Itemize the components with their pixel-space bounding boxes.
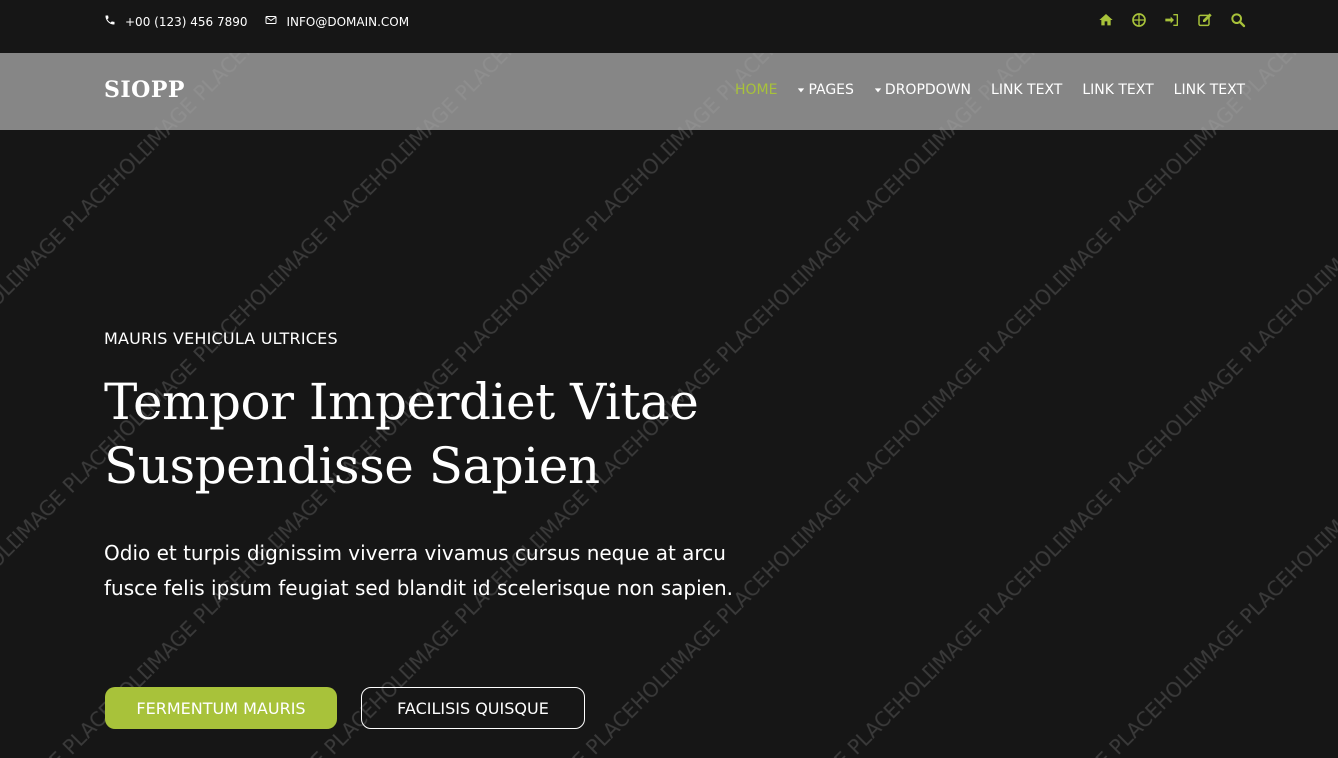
nav-item-label: PAGES	[808, 82, 854, 98]
hero-section: MAURIS VEHICULA ULTRICES Tempor Imperdie…	[104, 329, 744, 606]
nav-item-label: LINK TEXT	[991, 82, 1063, 98]
nav-item-pages[interactable]: PAGES	[797, 82, 854, 98]
primary-cta-button[interactable]: FERMENTUM MAURIS	[105, 687, 337, 729]
brand-logo[interactable]: SIOPP	[104, 77, 185, 103]
globe-icon[interactable]	[1131, 12, 1147, 28]
top-bar: +00 (123) 456 7890 INFO@DOMAIN.COM	[0, 0, 1338, 53]
hero-title-line1: Tempor Imperdiet Vitae	[104, 373, 699, 431]
main-navbar: SIOPP HOME PAGES DROPDOWN LINK TEXT LINK…	[0, 53, 1338, 130]
sign-in-icon[interactable]	[1164, 12, 1180, 28]
hero-title: Tempor Imperdiet Vitae Suspendisse Sapie…	[104, 370, 744, 498]
search-icon[interactable]	[1230, 12, 1246, 28]
caret-down-icon	[797, 82, 805, 98]
nav-item-label: HOME	[734, 82, 778, 98]
nav-item-dropdown[interactable]: DROPDOWN	[874, 82, 971, 98]
hero-lead-text: Odio et turpis dignissim viverra vivamus…	[104, 541, 733, 600]
nav-item-label: DROPDOWN	[884, 82, 972, 98]
nav-item-label: LINK TEXT	[1082, 82, 1154, 98]
email-item[interactable]: INFO@DOMAIN.COM	[265, 14, 409, 29]
nav-item-link-1[interactable]: LINK TEXT	[991, 82, 1062, 98]
phone-number: +00 (123) 456 7890	[125, 14, 248, 29]
nav-item-home[interactable]: HOME	[735, 82, 777, 98]
email-address: INFO@DOMAIN.COM	[286, 14, 410, 29]
phone-icon	[104, 14, 116, 29]
hero-title-line2: Suspendisse Sapien	[104, 437, 600, 495]
phone-item[interactable]: +00 (123) 456 7890	[104, 14, 247, 29]
brand-text: SIOPP	[104, 77, 185, 103]
nav-item-link-3[interactable]: LINK TEXT	[1174, 82, 1245, 98]
topbar-icons	[1098, 12, 1246, 28]
edit-icon[interactable]	[1197, 12, 1213, 28]
hero-eyebrow: MAURIS VEHICULA ULTRICES	[104, 329, 338, 348]
nav-item-link-2[interactable]: LINK TEXT	[1082, 82, 1153, 98]
main-nav: HOME PAGES DROPDOWN LINK TEXT LINK TEXT …	[735, 82, 1245, 98]
caret-down-icon	[874, 82, 882, 98]
secondary-cta-button[interactable]: FACILISIS QUISQUE	[361, 687, 585, 729]
contact-info: +00 (123) 456 7890 INFO@DOMAIN.COM	[104, 14, 409, 29]
hero-buttons: FERMENTUM MAURIS FACILISIS QUISQUE	[105, 687, 585, 729]
nav-item-label: LINK TEXT	[1173, 82, 1245, 98]
home-icon[interactable]	[1098, 12, 1114, 28]
envelope-icon	[265, 14, 277, 29]
